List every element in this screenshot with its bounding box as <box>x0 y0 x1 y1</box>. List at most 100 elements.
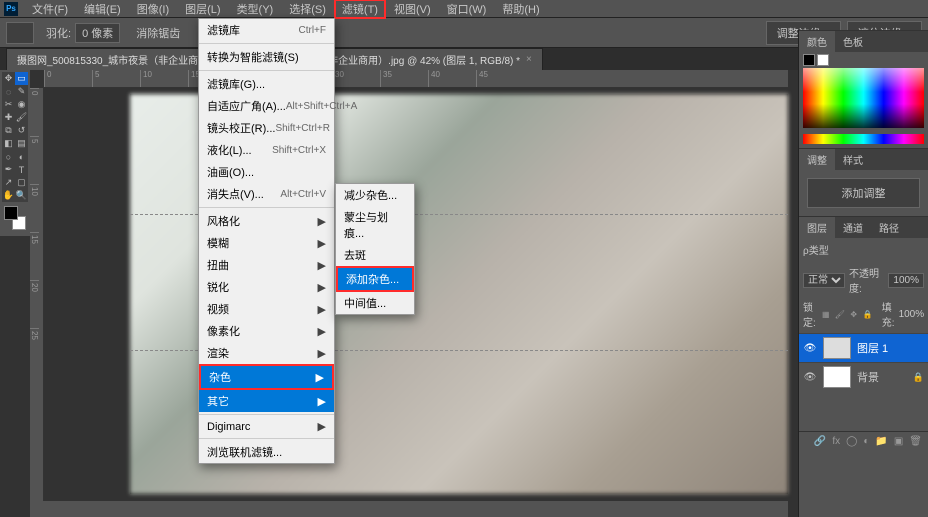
menu-view[interactable]: 视图(V) <box>386 0 439 19</box>
styles-tab[interactable]: 样式 <box>835 149 871 170</box>
document-tabbar: 摄图网_500815330_城市夜景（非企业商用）现代客厅空间场景设计（非企业商… <box>0 48 928 70</box>
path-tool[interactable]: ↗ <box>2 176 15 189</box>
color-spectrum[interactable] <box>803 68 924 128</box>
filter-video[interactable]: 视频▶ <box>199 298 334 320</box>
history-brush-tool[interactable]: ↺ <box>15 124 28 137</box>
paths-tab[interactable]: 路径 <box>871 217 907 238</box>
filter-pixelate[interactable]: 像素化▶ <box>199 320 334 342</box>
move-tool[interactable]: ✥ <box>2 72 15 85</box>
noise-dust[interactable]: 蒙尘与划痕... <box>336 206 414 244</box>
tab-close-icon[interactable]: × <box>526 54 532 65</box>
fg-swatch[interactable] <box>803 54 815 66</box>
filter-liquify[interactable]: 液化(L)...Shift+Ctrl+X <box>199 139 334 161</box>
layer-name[interactable]: 图层 1 <box>857 340 888 356</box>
fill-input[interactable]: 100% <box>899 309 925 320</box>
pen-tool[interactable]: ✒ <box>2 163 15 176</box>
layer-thumb[interactable] <box>823 366 851 388</box>
gradient-tool[interactable]: ▤ <box>15 137 28 150</box>
filter-stylize[interactable]: 风格化▶ <box>199 210 334 232</box>
noise-reduce[interactable]: 减少杂色... <box>336 184 414 206</box>
menu-image[interactable]: 图像(I) <box>129 0 177 19</box>
mask-icon[interactable]: ◯ <box>846 436 857 447</box>
layer-name[interactable]: 背景 <box>857 369 879 385</box>
menu-select[interactable]: 选择(S) <box>281 0 334 19</box>
lasso-tool[interactable]: ◌ <box>2 85 15 98</box>
menu-layer[interactable]: 图层(L) <box>177 0 228 19</box>
menu-edit[interactable]: 编辑(E) <box>76 0 129 19</box>
menu-filter[interactable]: 滤镜(T) <box>334 0 386 19</box>
filter-browse-online[interactable]: 浏览联机滤镜... <box>199 441 334 463</box>
swatches-tab[interactable]: 色板 <box>835 31 871 52</box>
menu-file[interactable]: 文件(F) <box>24 0 76 19</box>
layer-row[interactable]: 👁 背景 🔒 <box>799 362 928 391</box>
add-adjustment-button[interactable]: 添加调整 <box>807 178 920 208</box>
color-tab[interactable]: 颜色 <box>799 31 835 52</box>
menu-window[interactable]: 窗口(W) <box>439 0 495 19</box>
lock-transparency-icon[interactable]: ▦ <box>820 308 832 320</box>
hue-strip[interactable] <box>803 134 924 144</box>
shape-tool[interactable]: ▢ <box>15 176 28 189</box>
lock-position-icon[interactable]: ✥ <box>848 308 860 320</box>
filter-distort[interactable]: 扭曲▶ <box>199 254 334 276</box>
filter-render[interactable]: 渲染▶ <box>199 342 334 364</box>
noise-add[interactable]: 添加杂色... <box>336 266 414 292</box>
channels-tab[interactable]: 通道 <box>835 217 871 238</box>
color-swatches[interactable] <box>4 206 26 230</box>
blur-tool[interactable]: ○ <box>2 150 15 163</box>
quickselect-tool[interactable]: ✎ <box>15 85 28 98</box>
layer-row[interactable]: 👁 图层 1 <box>799 333 928 362</box>
marquee-tool[interactable]: ▭ <box>15 72 28 85</box>
fill-label: 填充: <box>882 299 895 329</box>
group-icon[interactable]: 📁 <box>875 436 887 447</box>
filter-oil[interactable]: 油画(O)... <box>199 161 334 183</box>
type-tool[interactable]: T <box>15 163 28 176</box>
ps-icon: Ps <box>4 2 18 16</box>
lock-all-icon[interactable]: 🔒 <box>862 308 874 320</box>
menu-type[interactable]: 类型(Y) <box>229 0 282 19</box>
opacity-input[interactable]: 100% <box>888 273 924 288</box>
filter-noise[interactable]: 杂色▶ <box>199 364 334 390</box>
blend-mode-select[interactable]: 正常 <box>803 273 845 288</box>
filter-sharpen[interactable]: 锐化▶ <box>199 276 334 298</box>
eraser-tool[interactable]: ◧ <box>2 137 15 150</box>
filter-blur[interactable]: 模糊▶ <box>199 232 334 254</box>
adjust-panel: 调整 样式 添加调整 <box>799 148 928 216</box>
tool-preset[interactable] <box>6 22 34 44</box>
fg-color[interactable] <box>4 206 18 220</box>
brush-tool[interactable]: 🖌 <box>15 111 28 124</box>
heal-tool[interactable]: ✚ <box>2 111 15 124</box>
layer-thumb[interactable] <box>823 337 851 359</box>
filter-last[interactable]: 滤镜库Ctrl+F <box>199 19 334 41</box>
zoom-tool[interactable]: 🔍 <box>15 189 28 202</box>
noise-despeckle[interactable]: 去斑 <box>336 244 414 266</box>
visibility-icon[interactable]: 👁 <box>803 343 817 354</box>
antialias-checkbox[interactable]: 消除锯齿 <box>132 25 184 41</box>
link-icon[interactable]: 🔗 <box>814 436 826 447</box>
layers-tab[interactable]: 图层 <box>799 217 835 238</box>
fx-icon[interactable]: fx <box>832 436 840 447</box>
filter-lens-correction[interactable]: 镜头校正(R)...Shift+Ctrl+R <box>199 117 334 139</box>
filter-gallery[interactable]: 滤镜库(G)... <box>199 73 334 95</box>
adjust-tab[interactable]: 调整 <box>799 149 835 170</box>
filter-adaptive-wide[interactable]: 自适应广角(A)...Alt+Shift+Ctrl+A <box>199 95 334 117</box>
dodge-tool[interactable]: ◐ <box>15 150 28 163</box>
fill-adjust-icon[interactable]: ◐ <box>863 436 869 447</box>
filter-digimarc[interactable]: Digimarc▶ <box>199 417 334 436</box>
crop-tool[interactable]: ✂ <box>2 98 15 111</box>
stamp-tool[interactable]: ⧉ <box>2 124 15 137</box>
bg-swatch[interactable] <box>817 54 829 66</box>
eyedropper-tool[interactable]: ◉ <box>15 98 28 111</box>
status-bar <box>30 501 788 517</box>
noise-median[interactable]: 中间值... <box>336 292 414 314</box>
filter-vanishing[interactable]: 消失点(V)...Alt+Ctrl+V <box>199 183 334 205</box>
menu-help[interactable]: 帮助(H) <box>494 0 547 19</box>
feather-input[interactable]: 0 像素 <box>75 23 120 43</box>
lock-label: 锁定: <box>803 299 816 329</box>
filter-other[interactable]: 其它▶ <box>199 390 334 412</box>
filter-smart[interactable]: 转换为智能滤镜(S) <box>199 46 334 68</box>
new-layer-icon[interactable]: ▣ <box>894 436 903 447</box>
hand-tool[interactable]: ✋ <box>2 189 15 202</box>
visibility-icon[interactable]: 👁 <box>803 372 817 383</box>
lock-pixels-icon[interactable]: 🖌 <box>834 308 846 320</box>
trash-icon[interactable]: 🗑 <box>909 436 922 447</box>
